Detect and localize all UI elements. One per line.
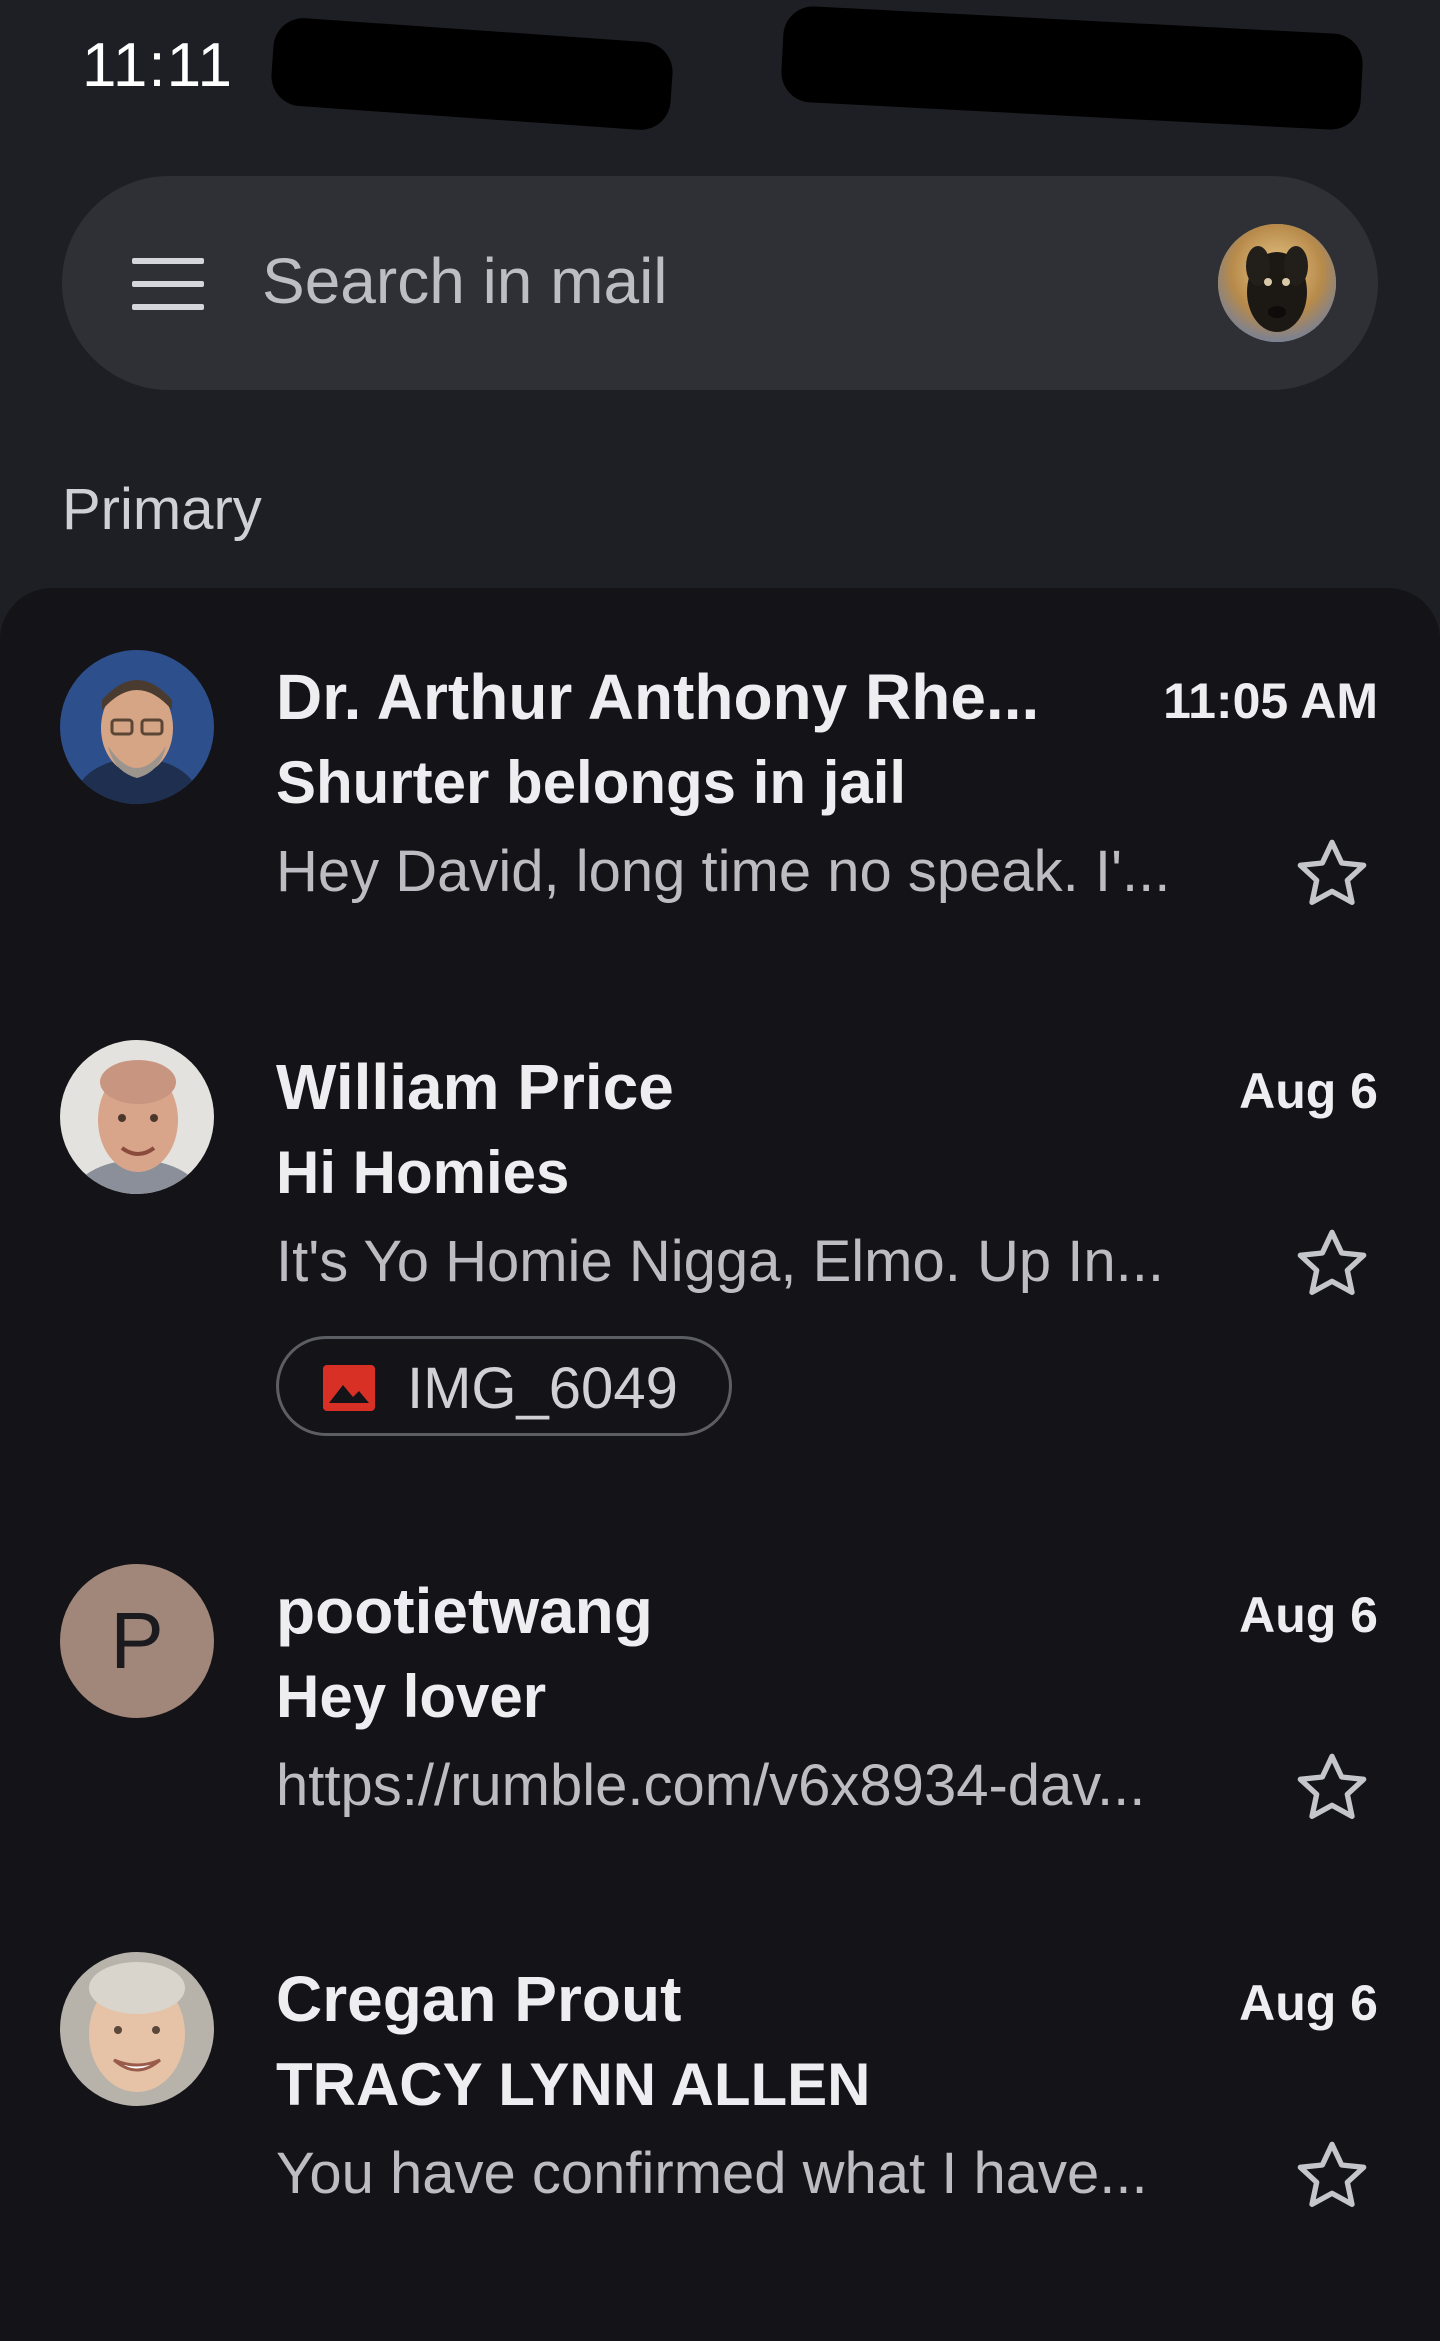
sender-name: William Price [276, 1051, 674, 1123]
sender-name: Dr. Arthur Anthony Rhe... [276, 661, 1040, 733]
list-item[interactable]: William Price Aug 6 Hi Homies It's Yo Ho… [0, 1030, 1440, 1470]
email-date: Aug 6 [1239, 1975, 1378, 2031]
person-photo-icon [60, 1040, 214, 1194]
avatar[interactable] [60, 1040, 214, 1194]
email-subject: TRACY LYNN ALLEN [276, 2051, 871, 2118]
star-icon[interactable] [1292, 1748, 1372, 1828]
email-snippet: https://rumble.com/v6x8934-dav... [276, 1753, 1146, 1818]
email-snippet: Hey David, long time no speak. I'... [276, 839, 1171, 904]
search-input[interactable]: Search in mail [262, 244, 668, 318]
status-time: 11:11 [82, 31, 233, 100]
person-photo-icon [60, 650, 214, 804]
account-avatar[interactable] [1218, 224, 1336, 342]
search-bar[interactable] [62, 176, 1378, 390]
email-subject: Hi Homies [276, 1139, 570, 1206]
list-item[interactable]: P pootietwang Aug 6 Hey lover https://ru… [0, 1558, 1440, 1878]
menu-icon[interactable] [132, 258, 204, 310]
dog-photo-icon [1218, 224, 1336, 342]
email-date: Aug 6 [1239, 1063, 1378, 1119]
avatar[interactable]: P [60, 1564, 214, 1718]
attachment-name: IMG_6049 [407, 1356, 678, 1421]
list-item[interactable]: Cregan Prout Aug 6 TRACY LYNN ALLEN You … [0, 1946, 1440, 2266]
avatar[interactable] [60, 650, 214, 804]
sender-name: Cregan Prout [276, 1963, 682, 2035]
redaction-mark [779, 4, 1365, 132]
star-icon[interactable] [1292, 2136, 1372, 2216]
email-subject: Shurter belongs in jail [276, 749, 907, 816]
redaction-mark [269, 16, 675, 132]
list-item[interactable]: Dr. Arthur Anthony Rhe... 11:05 AM Shurt… [0, 640, 1440, 950]
star-icon[interactable] [1292, 1224, 1372, 1304]
email-snippet: You have confirmed what I have... [276, 2141, 1148, 2206]
status-bar: 11:11 [0, 0, 1440, 150]
email-subject: Hey lover [276, 1663, 547, 1730]
email-snippet: It's Yo Homie Nigga, Elmo. Up In... [276, 1229, 1164, 1294]
star-icon[interactable] [1292, 834, 1372, 914]
email-date: 11:05 AM [1163, 673, 1378, 729]
image-icon [323, 1365, 375, 1411]
sender-name: pootietwang [276, 1575, 653, 1647]
person-photo-icon [60, 1952, 214, 2106]
attachment-chip[interactable]: IMG_6049 [276, 1336, 732, 1436]
email-date: Aug 6 [1239, 1587, 1378, 1643]
section-label: Primary [62, 477, 262, 542]
avatar[interactable] [60, 1952, 214, 2106]
